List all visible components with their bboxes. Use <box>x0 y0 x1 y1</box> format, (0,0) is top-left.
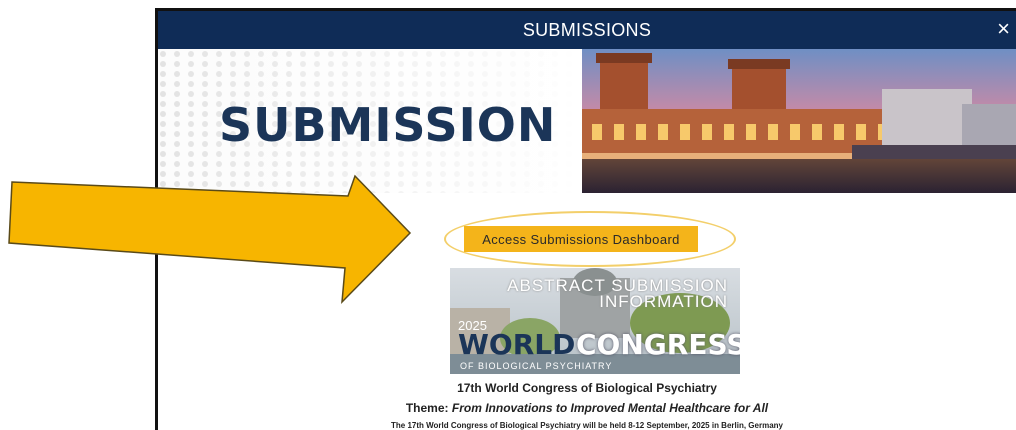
congress-description: The 17th World Congress of Biological Ps… <box>391 421 783 430</box>
theme-label: Theme: <box>405 401 449 415</box>
abstract-submission-info-image: ABSTRACT SUBMISSION INFORMATION 2025 WOR… <box>450 268 740 374</box>
info-title-line2: INFORMATION <box>599 292 728 311</box>
close-icon[interactable]: × <box>997 16 1010 42</box>
info-congress: CONGRESS <box>576 328 740 361</box>
congress-theme: Theme: From Innovations to Improved Ment… <box>158 401 1016 415</box>
access-submissions-dashboard-button[interactable]: Access Submissions Dashboard <box>464 226 698 252</box>
info-world: WORLD <box>458 328 576 361</box>
congress-title: 17th World Congress of Biological Psychi… <box>457 381 717 395</box>
arrow-shape <box>8 174 412 305</box>
berlin-bridge-photo <box>582 49 1016 193</box>
info-title: ABSTRACT SUBMISSION INFORMATION <box>450 277 740 311</box>
theme-text: From Innovations to Improved Mental Heal… <box>451 401 769 415</box>
info-subtitle: OF BIOLOGICAL PSYCHIATRY <box>460 361 613 371</box>
pointer-arrow <box>8 174 412 305</box>
